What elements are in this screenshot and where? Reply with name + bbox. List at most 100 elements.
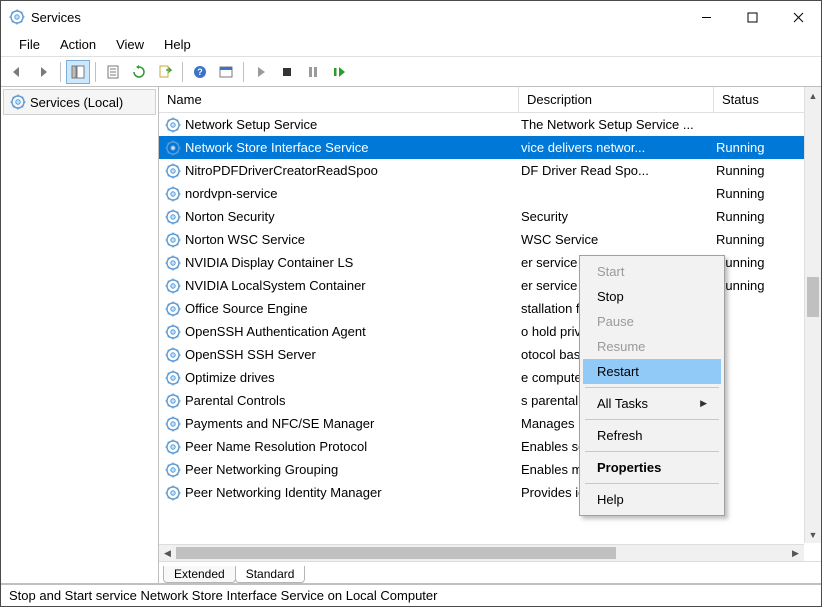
gear-icon — [165, 416, 181, 432]
gear-icon — [165, 347, 181, 363]
scroll-right-icon[interactable]: ▶ — [787, 545, 804, 561]
ctx-all-tasks-label: All Tasks — [597, 396, 648, 411]
service-name: OpenSSH SSH Server — [185, 347, 316, 362]
tab-extended[interactable]: Extended — [163, 566, 236, 583]
console-button[interactable] — [214, 60, 238, 84]
service-row[interactable]: nordvpn-serviceRunning — [159, 182, 821, 205]
service-description: DF Driver Read Spo... — [519, 163, 714, 178]
service-name: Peer Networking Identity Manager — [185, 485, 382, 500]
nav-forward-button[interactable] — [31, 60, 55, 84]
nav-back-button[interactable] — [5, 60, 29, 84]
gear-icon — [165, 370, 181, 386]
scroll-up-icon[interactable]: ▲ — [805, 87, 821, 104]
export-button[interactable] — [153, 60, 177, 84]
service-row[interactable]: Network Setup Service The Network Setup S… — [159, 113, 821, 136]
view-tabs: Extended Standard — [159, 561, 821, 583]
list-pane: Name Description Status Network Setup Se… — [159, 87, 821, 583]
gear-icon — [165, 439, 181, 455]
service-name: Office Source Engine — [185, 301, 308, 316]
menu-help[interactable]: Help — [154, 35, 201, 54]
ctx-separator — [585, 419, 719, 420]
services-list: Name Description Status Network Setup Se… — [159, 87, 821, 561]
service-name: NitroPDFDriverCreatorReadSpoo — [185, 163, 378, 178]
service-row[interactable]: Network Store Interface Servicevice deli… — [159, 136, 821, 159]
list-header: Name Description Status — [159, 87, 821, 113]
horizontal-scrollbar[interactable]: ◀ ▶ — [159, 544, 804, 561]
title-bar: Services — [1, 1, 821, 33]
vertical-scrollbar[interactable]: ▲ ▼ — [804, 87, 821, 543]
menu-file[interactable]: File — [9, 35, 50, 54]
gear-icon — [165, 255, 181, 271]
gear-icon — [165, 278, 181, 294]
service-name: Payments and NFC/SE Manager — [185, 416, 374, 431]
context-menu: Start Stop Pause Resume Restart All Task… — [579, 255, 725, 516]
stop-service-button[interactable] — [275, 60, 299, 84]
ctx-separator — [585, 483, 719, 484]
toolbar: ? — [1, 57, 821, 87]
menu-action[interactable]: Action — [50, 35, 106, 54]
ctx-refresh[interactable]: Refresh — [583, 423, 721, 448]
gear-icon — [165, 462, 181, 478]
ctx-resume: Resume — [583, 334, 721, 359]
submenu-arrow-icon: ▶ — [700, 398, 707, 409]
help-button[interactable]: ? — [188, 60, 212, 84]
ctx-help[interactable]: Help — [583, 487, 721, 512]
close-button[interactable] — [775, 1, 821, 33]
gear-icon — [165, 324, 181, 340]
status-text: Stop and Start service Network Store Int… — [9, 588, 437, 603]
gear-icon — [165, 209, 181, 225]
scrollbar-thumb[interactable] — [176, 547, 616, 559]
ctx-stop[interactable]: Stop — [583, 284, 721, 309]
service-row[interactable]: NitroPDFDriverCreatorReadSpoo DF Driver R… — [159, 159, 821, 182]
service-name: Norton WSC Service — [185, 232, 305, 247]
gear-icon — [165, 393, 181, 409]
gear-icon — [165, 117, 181, 133]
gear-icon — [165, 163, 181, 179]
service-name: Norton Security — [185, 209, 275, 224]
service-name: NVIDIA Display Container LS — [185, 255, 353, 270]
gear-icon — [10, 94, 26, 110]
ctx-restart[interactable]: Restart — [583, 359, 721, 384]
column-header-description[interactable]: Description — [519, 87, 714, 112]
service-row[interactable]: Norton WSC ServiceWSC ServiceRunning — [159, 228, 821, 251]
menu-bar: File Action View Help — [1, 33, 821, 57]
ctx-separator — [585, 451, 719, 452]
gear-icon — [165, 140, 181, 156]
ctx-start: Start — [583, 259, 721, 284]
service-name: Network Setup Service — [185, 117, 317, 132]
scroll-left-icon[interactable]: ◀ — [159, 545, 176, 561]
service-name: Peer Name Resolution Protocol — [185, 439, 367, 454]
minimize-button[interactable] — [683, 1, 729, 33]
maximize-button[interactable] — [729, 1, 775, 33]
start-service-button[interactable] — [249, 60, 273, 84]
service-description: The Network Setup Service ... — [519, 117, 714, 132]
gear-icon — [165, 485, 181, 501]
tree-root-item[interactable]: Services (Local) — [3, 89, 156, 115]
column-header-name[interactable]: Name — [159, 87, 519, 112]
menu-view[interactable]: View — [106, 35, 154, 54]
ctx-pause: Pause — [583, 309, 721, 334]
service-name: Peer Networking Grouping — [185, 462, 338, 477]
scroll-down-icon[interactable]: ▼ — [805, 526, 821, 543]
service-name: OpenSSH Authentication Agent — [185, 324, 366, 339]
ctx-properties[interactable]: Properties — [583, 455, 721, 480]
ctx-separator — [585, 387, 719, 388]
status-bar: Stop and Start service Network Store Int… — [1, 584, 821, 606]
refresh-button[interactable] — [127, 60, 151, 84]
pause-service-button[interactable] — [301, 60, 325, 84]
service-name: NVIDIA LocalSystem Container — [185, 278, 366, 293]
window-title: Services — [31, 10, 683, 25]
ctx-all-tasks[interactable]: All Tasks ▶ — [583, 391, 721, 416]
scrollbar-thumb[interactable] — [807, 277, 819, 317]
tree-root-label: Services (Local) — [30, 95, 123, 110]
service-description: vice delivers networ... — [519, 140, 714, 155]
restart-service-button[interactable] — [327, 60, 351, 84]
service-row[interactable]: Norton SecuritySecurityRunning — [159, 205, 821, 228]
tab-standard[interactable]: Standard — [235, 566, 306, 583]
services-app-icon — [9, 9, 25, 25]
show-tree-button[interactable] — [66, 60, 90, 84]
tree-pane: Services (Local) — [1, 87, 159, 583]
properties-button[interactable] — [101, 60, 125, 84]
service-name: Optimize drives — [185, 370, 275, 385]
main-panes: Services (Local) Name Description Status… — [1, 87, 821, 584]
